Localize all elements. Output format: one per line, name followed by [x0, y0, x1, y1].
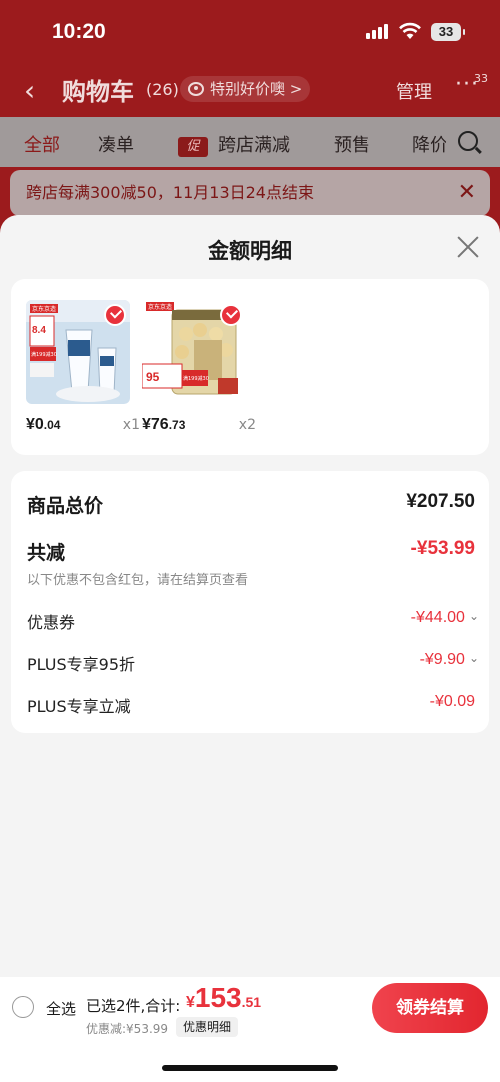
cashew-image: 京东京造 95 满199减30 — [142, 300, 246, 404]
plusreduce-label: PLUS专享立减 — [27, 697, 131, 716]
sheet-title: 金额明细 — [208, 239, 292, 263]
coupon-value: -¥44.00 — [410, 609, 465, 626]
close-notice-icon[interactable]: ✕ — [458, 170, 476, 216]
filter-tabs: 全部 凑单 促跨店满减 预售 降价 — [0, 117, 500, 167]
product-item[interactable]: 京东京造 95 满199减30 ¥76.73 x2 — [142, 300, 256, 433]
home-indicator — [162, 1065, 338, 1071]
deal-pill-label: 特别好价噢 > — [210, 80, 303, 98]
tab-presale[interactable]: 预售 — [334, 131, 370, 157]
toothpaste-image: 京东京造 8.4 满199减30 — [26, 300, 130, 404]
cart-count: (26) — [146, 80, 179, 99]
product-qty: x1 — [122, 417, 140, 433]
selected-check-icon — [104, 304, 126, 326]
product-price-dec: .73 — [168, 418, 186, 432]
toothpaste-promo: 满199减30 — [31, 351, 57, 358]
product-price-int: ¥0 — [26, 416, 44, 433]
tab-price-drop[interactable]: 降价 — [412, 131, 446, 157]
grand-total: ¥153.51 — [186, 982, 261, 1014]
product-price: ¥76.73 — [142, 416, 185, 434]
select-all-label[interactable]: 全选 — [46, 998, 76, 1019]
promo-tag: 促 — [178, 137, 208, 157]
checkout-button[interactable]: 领券结算 — [372, 983, 488, 1033]
message-badge: 33 — [474, 72, 488, 85]
status-bar: 10:20 33 — [0, 0, 500, 66]
wifi-icon — [399, 22, 421, 39]
plusreduce-value: -¥0.09 — [429, 693, 475, 710]
selected-check-icon — [220, 304, 242, 326]
checkout-bar: 全选 已选2件,合计: ¥153.51 优惠减:¥53.99 优惠明细 领券结算 — [0, 977, 500, 1082]
product-qty: x2 — [238, 417, 256, 433]
reduce-value: -¥53.99 — [410, 538, 475, 559]
total-label: 商品总价 — [27, 495, 104, 517]
tab-cross-store[interactable]: 促跨店满减 — [178, 131, 290, 157]
deal-pill[interactable]: 特别好价噢 > — [180, 76, 311, 102]
search-icon[interactable] — [458, 131, 478, 151]
plus95-value-wrap: -¥9.90 ⌄ — [420, 651, 479, 669]
discount-text: 优惠减:¥53.99 — [86, 1022, 169, 1036]
chevron-down-icon: ⌄ — [468, 609, 479, 623]
product-price-dec: .04 — [43, 418, 61, 432]
select-all-radio[interactable] — [12, 996, 34, 1018]
toothpaste-badge-price: 8.4 — [32, 325, 46, 336]
signal-icon — [366, 24, 388, 39]
discount-detail-button[interactable]: 优惠明细 — [176, 1017, 239, 1037]
promo-notice: 跨店每满300减50，11月13日24点结束 ✕ — [10, 170, 490, 216]
svg-text:京东京造: 京东京造 — [148, 303, 172, 311]
plus95-label: PLUS专享95折 — [27, 655, 135, 674]
battery-icon: 33 — [431, 23, 465, 41]
plus95-value: -¥9.90 — [419, 651, 465, 668]
promo-notice-text: 跨店每满300减50，11月13日24点结束 — [26, 183, 314, 202]
product-item[interactable]: 京东京造 8.4 满199减30 ¥0.04 x1 — [26, 300, 140, 433]
currency-symbol: ¥ — [186, 994, 195, 1011]
svg-text:京东京造: 京东京造 — [32, 305, 56, 313]
chevron-down-icon: ⌄ — [468, 651, 479, 665]
tab-bundle[interactable]: 凑单 — [98, 131, 134, 157]
tab-all[interactable]: 全部 — [24, 131, 60, 157]
grand-total-int: 153 — [194, 982, 242, 1013]
coupon-value-wrap: -¥44.00 ⌄ — [411, 609, 479, 627]
grand-total-dec: .51 — [241, 994, 262, 1010]
reduce-note: 以下优惠不包含红包，请在结算页查看 — [27, 573, 249, 588]
tab-cross-store-label: 跨店满减 — [218, 135, 290, 156]
summary-card: 商品总价 ¥207.50 共减 -¥53.99 以下优惠不包含红包，请在结算页查… — [11, 471, 489, 733]
selected-info: 已选2件,合计: — [86, 997, 181, 1015]
nav-bar: ‹ 购物车 (26) 特别好价噢 > 管理 ··· 33 — [0, 66, 500, 112]
manage-button[interactable]: 管理 — [396, 78, 432, 104]
clock: 10:20 — [52, 20, 106, 43]
product-price: ¥0.04 — [26, 416, 60, 434]
product-price-int: ¥76 — [142, 416, 169, 433]
product-card: 京东京造 8.4 满199减30 ¥0.04 x1 京东京造 95 满199减3… — [11, 279, 489, 455]
reduce-label: 共减 — [27, 542, 66, 564]
total-value: ¥207.50 — [406, 491, 475, 512]
price-detail-sheet: 金额明细 京东京造 8.4 满199减30 ¥0.04 x1 京东京造 95 满… — [0, 215, 500, 977]
close-icon[interactable] — [456, 235, 480, 259]
cashew-badge-price: 95 — [146, 370, 160, 384]
cashew-promo: 满199减30 — [183, 375, 209, 382]
coupon-label: 优惠券 — [27, 613, 76, 632]
back-icon[interactable]: ‹ — [24, 74, 35, 107]
page-title: 购物车 — [62, 78, 134, 106]
eye-icon — [188, 82, 204, 96]
